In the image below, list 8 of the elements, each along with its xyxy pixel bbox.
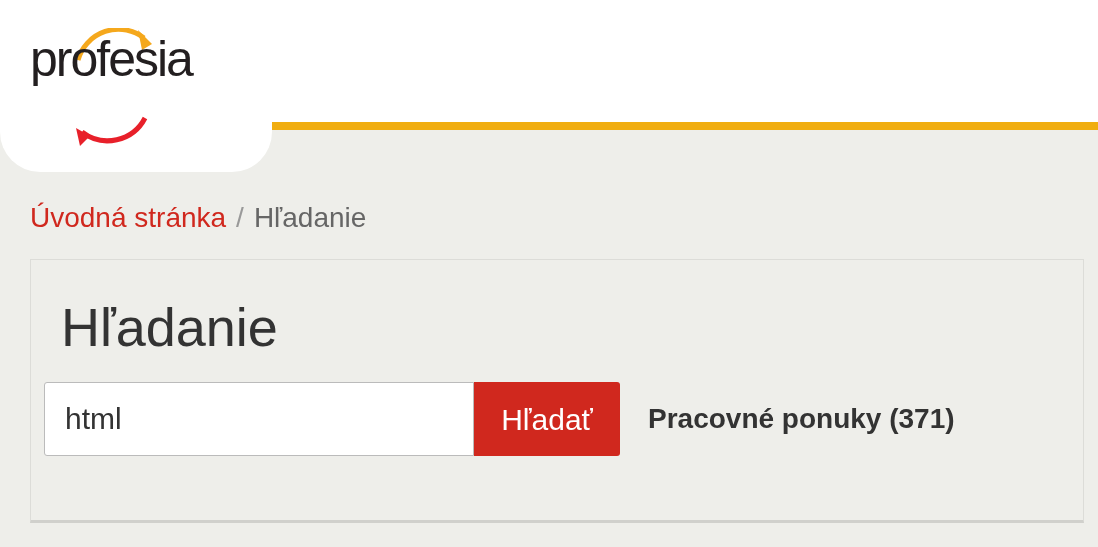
logo-text[interactable]: profesia [30, 21, 192, 97]
breadcrumb-link[interactable]: Úvodná stránka [30, 197, 227, 239]
search-field[interactable]: html [44, 382, 474, 456]
breadcrumb-separator: / [236, 201, 244, 235]
breadcrumb-current: Hľadanie [253, 201, 367, 235]
search-button[interactable]: Hľadať [474, 382, 620, 456]
results-count-link[interactable]: Pracovné ponuky (371) [648, 398, 955, 440]
page-title: Hľadanie [60, 300, 279, 354]
